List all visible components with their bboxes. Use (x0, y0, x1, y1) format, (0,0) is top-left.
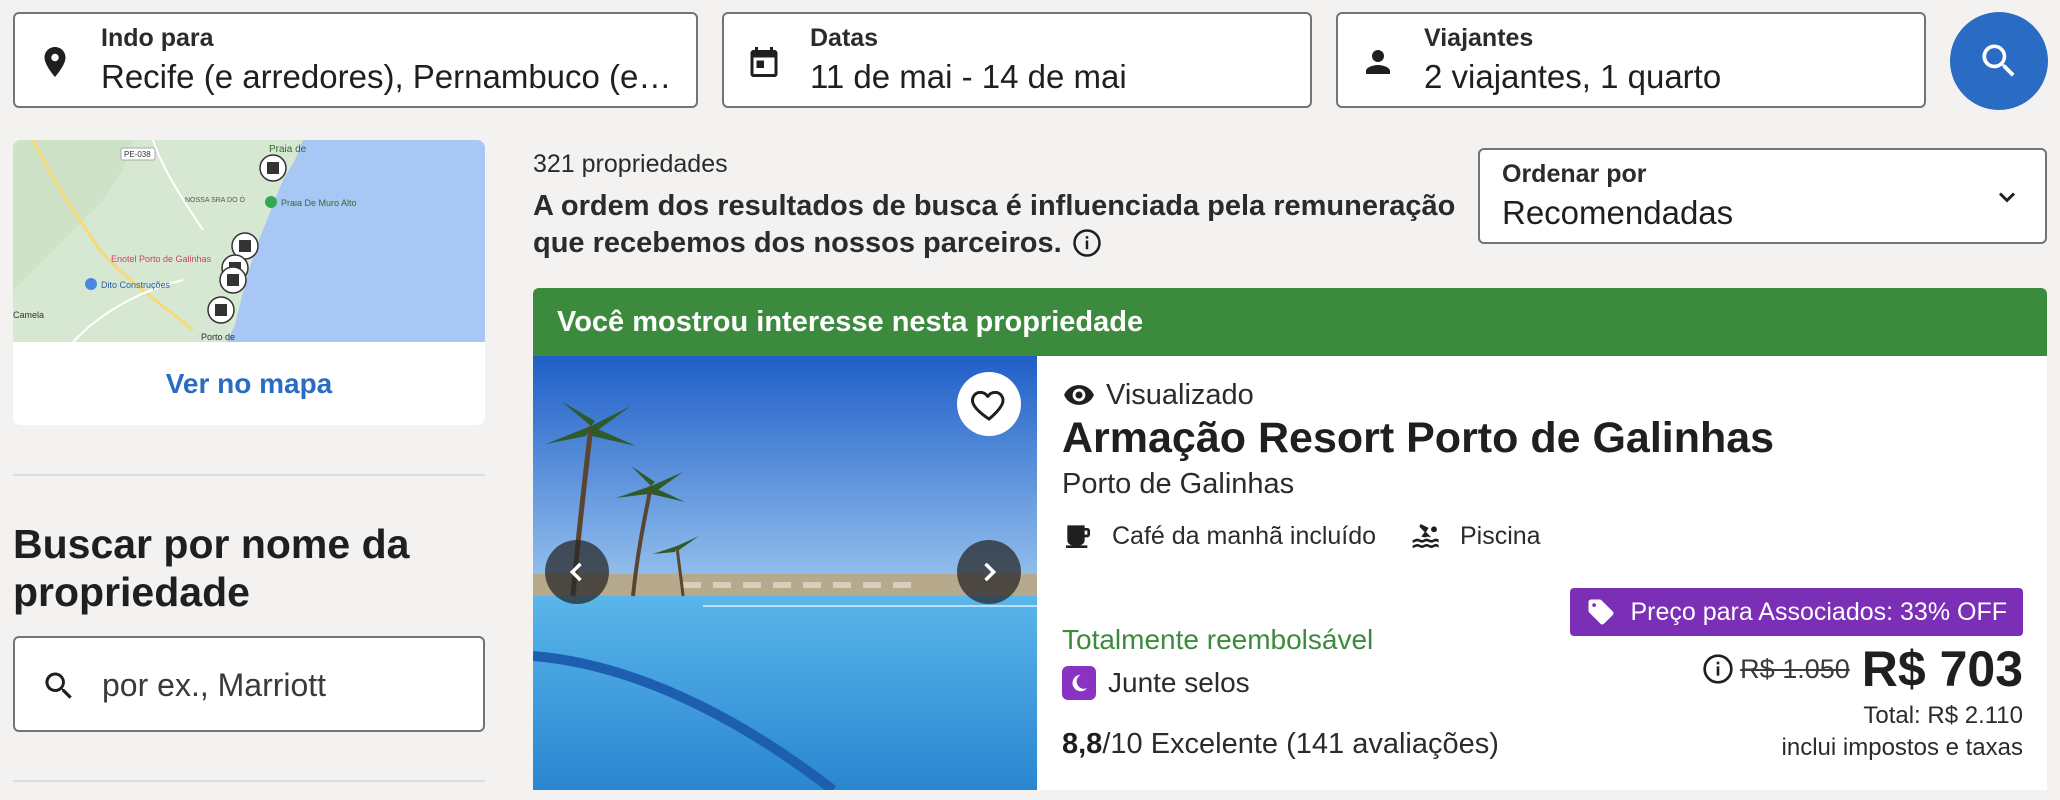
rating-summary: /10 Excelente (141 avaliações) (1102, 728, 1499, 760)
view-on-map-link[interactable]: Ver no mapa (13, 342, 485, 425)
ranking-disclaimer-text: A ordem dos resultados de busca é influe… (533, 190, 1456, 259)
property-name[interactable]: Armação Resort Porto de Galinhas (1062, 414, 1774, 463)
eye-icon (1064, 385, 1094, 405)
rating-score: 8,8 (1062, 728, 1103, 760)
property-name-search-heading: Buscar por nome da propriedade (13, 521, 410, 615)
divider (13, 780, 485, 782)
property-name-search-input[interactable]: por ex., Marriott (13, 636, 485, 732)
map-business-label: Dito Construções (101, 280, 171, 290)
ranking-disclaimer: A ordem dos resultados de busca é influe… (533, 188, 1463, 262)
sort-label: Ordenar por (1502, 160, 1647, 188)
dates-label: Datas (810, 24, 879, 52)
travelers-field[interactable]: Viajantes 2 viajantes, 1 quarto (1336, 12, 1926, 108)
location-pin-icon (44, 47, 66, 77)
map-place-label: Praia de (269, 144, 307, 155)
map-card[interactable]: PE-038 Praia de NOSSA SRA DO Ó Praia De … (13, 140, 485, 425)
amenity-pool: Piscina (1410, 520, 1541, 552)
amenity-label: Piscina (1460, 521, 1541, 550)
map-hotel-pin-icon[interactable] (219, 266, 247, 294)
coffee-cup-icon (1066, 525, 1090, 548)
info-icon[interactable] (1072, 228, 1102, 258)
map-hotel-pin-icon[interactable] (207, 296, 235, 324)
map-place-label: Camela (13, 310, 44, 320)
property-name-placeholder: por ex., Marriott (102, 667, 327, 703)
member-price-text: Preço para Associados: 33% OFF (1630, 597, 2007, 626)
refund-policy: Totalmente reembolsável (1062, 624, 1374, 655)
moon-icon (1062, 666, 1096, 700)
sort-value: Recomendadas (1502, 194, 1734, 231)
original-price: R$ 1.050 (1740, 653, 1850, 684)
property-card[interactable]: Visualizado Armação Resort Porto de Gali… (533, 356, 2047, 790)
property-photo[interactable] (533, 356, 1037, 790)
chevron-down-icon (1998, 192, 2016, 203)
dates-field[interactable]: Datas 11 de mai - 14 de mai (722, 12, 1312, 108)
map-place-label: NOSSA SRA DO Ó (185, 195, 245, 204)
destination-value: Recife (e arredores), Pernambuco (es... (101, 58, 681, 95)
dates-value: 11 de mai - 14 de mai (810, 58, 1127, 95)
calendar-icon (750, 47, 778, 77)
info-icon[interactable] (1702, 653, 1734, 685)
current-price: R$ 703 (1861, 641, 2023, 697)
tag-icon (1588, 599, 1614, 625)
map-preview[interactable]: PE-038 Praia de NOSSA SRA DO Ó Praia De … (13, 140, 485, 342)
person-icon (1366, 50, 1390, 74)
results-count: 321 propriedades (533, 150, 728, 178)
map-road-label: PE-038 (124, 150, 151, 159)
previous-photo-button[interactable] (545, 540, 609, 604)
property-location: Porto de Galinhas (1062, 468, 1295, 500)
amenity-label: Café da manhã incluído (1112, 521, 1377, 550)
chevron-left-icon (569, 562, 582, 582)
stamps-text: Junte selos (1108, 667, 1250, 698)
stamps-promo: Junte selos (1062, 666, 1250, 700)
guest-rating: 8,8/10 Excelente (141 avaliações) (1062, 728, 1499, 761)
search-icon (1982, 44, 2015, 77)
map-place-label: Porto de (201, 332, 235, 342)
sort-dropdown[interactable]: Ordenar por Recomendadas (1478, 148, 2047, 244)
heart-icon (971, 390, 1005, 421)
viewed-text: Visualizado (1106, 378, 1254, 411)
search-button[interactable] (1950, 12, 2048, 110)
travelers-label: Viajantes (1424, 24, 1534, 52)
favorite-button[interactable] (957, 372, 1021, 436)
destination-label: Indo para (101, 24, 214, 52)
total-price: Total: R$ 2.110 (1863, 702, 2023, 729)
next-photo-button[interactable] (957, 540, 1021, 604)
map-hotel-pin-icon[interactable] (259, 154, 287, 182)
chevron-right-icon (984, 562, 997, 582)
travelers-value: 2 viajantes, 1 quarto (1424, 58, 1722, 95)
member-price-badge: Preço para Associados: 33% OFF (1570, 588, 2023, 636)
amenity-breakfast: Café da manhã incluído (1062, 520, 1376, 552)
map-beach-label: Praia De Muro Alto (281, 198, 357, 208)
divider (13, 474, 485, 476)
interest-banner: Você mostrou interesse nesta propriedade (533, 288, 2047, 356)
pool-icon (1412, 524, 1439, 548)
map-hotel-label: Enotel Porto de Galinhas (111, 254, 212, 264)
price-row: R$ 1.050 R$ 703 (1702, 640, 2023, 698)
taxes-note: inclui impostos e taxas (1781, 734, 2023, 761)
search-icon (45, 672, 72, 699)
destination-field[interactable]: Indo para Recife (e arredores), Pernambu… (13, 12, 698, 108)
viewed-indicator: Visualizado (1062, 378, 1254, 412)
